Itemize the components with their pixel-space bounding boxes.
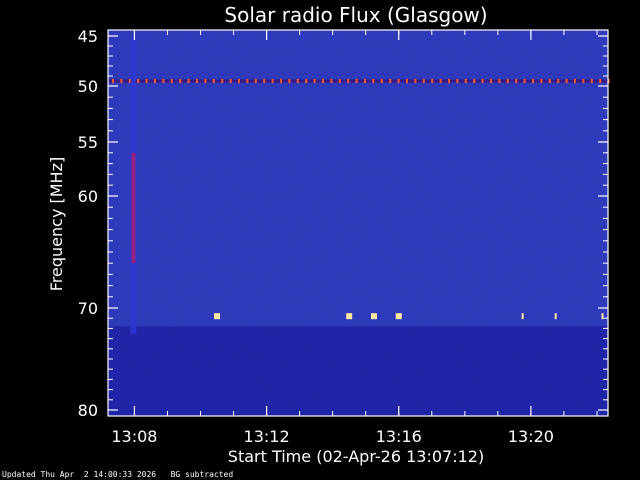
interference-dot [506,79,509,83]
burst-core [131,152,136,264]
emission-spot [521,313,524,320]
interference-dot [406,79,408,83]
interference-dot [397,79,400,83]
interference-dot [204,79,207,83]
plot-area [108,30,610,416]
interference-dot [338,79,341,83]
interference-dot [590,79,593,83]
interference-dot [372,79,375,83]
spectrogram-chart: 45 50 55 60 70 80 13:08 13:12 13:16 13:20 Solar r… [47,3,610,466]
y-tick-label: 50 [78,77,98,96]
bg-note: BG subtracted [170,470,234,479]
interference-dot [456,79,459,83]
interference-dot [296,79,299,83]
footer-status: Updated Thu Apr 2 14:00:33 2026 BG subtr… [2,470,233,479]
interference-dot [120,79,123,83]
emission-spot [395,313,402,320]
interference-dot [145,79,148,83]
interference-dot [313,79,316,83]
x-tick-label: 13:20 [508,427,554,446]
interference-dot [254,79,257,83]
interference-dot [196,79,198,83]
interference-dot [322,79,324,83]
y-tick-label: 70 [78,299,98,318]
y-axis-label: Frequency [MHz] [47,157,66,291]
x-tick-label: 13:08 [111,427,157,446]
emission-spot [214,313,221,320]
interference-dot [473,79,476,83]
interference-dot [548,79,551,83]
x-tick-label: 13:12 [244,427,290,446]
interference-dot [380,79,383,83]
y-tick-label: 45 [78,27,98,46]
interference-dot [179,79,182,83]
interference-dot [347,79,350,83]
x-axis-label: Start Time (02-Apr-26 13:07:12) [228,447,484,466]
emission-spot [346,313,353,320]
interference-dot [557,79,560,83]
interference-dot [212,79,215,83]
interference-dot [498,79,501,83]
interference-dot [464,79,467,83]
lower-band-region [108,326,608,416]
interference-dot [288,79,291,83]
y-tick-label: 80 [78,401,98,420]
chart-title: Solar radio Flux (Glasgow) [224,3,487,27]
interference-dot [271,79,274,83]
interference-dot [305,79,308,83]
interference-dot [439,79,442,83]
interference-dot [481,79,484,83]
interference-dot [187,79,190,83]
x-tick-label: 13:16 [376,427,422,446]
interference-dot [389,79,392,83]
interference-dot [263,79,266,83]
y-tick-label: 55 [78,133,98,152]
emission-spot [554,313,557,320]
interference-dot [414,79,417,83]
interference-dot [574,79,576,83]
interference-dot [532,79,534,83]
interference-dot [162,79,165,83]
interference-dot [515,79,518,83]
interference-dot [599,79,602,83]
interference-dot [523,79,526,83]
interference-dot [330,79,333,83]
interference-dot [280,79,282,83]
y-tick-label: 60 [78,187,98,206]
interference-dot [490,79,492,83]
updated-text: Updated Thu Apr 2 14:00:33 2026 [2,470,157,479]
interference-dot [229,79,232,83]
interference-dot [221,79,224,83]
interference-dot [355,79,358,83]
interference-dot [431,79,434,83]
interference-dot [422,79,425,83]
interference-dot [238,79,240,83]
interference-dot [170,79,173,83]
interference-dot [154,79,156,83]
emission-spot [370,313,377,320]
interference-dot [565,79,568,83]
interference-dot [246,79,249,83]
interference-dot [448,79,450,83]
interference-dot [540,79,543,83]
interference-dot [364,79,366,83]
interference-dot [112,79,114,83]
interference-dot [137,79,140,83]
interference-dot [582,79,585,83]
